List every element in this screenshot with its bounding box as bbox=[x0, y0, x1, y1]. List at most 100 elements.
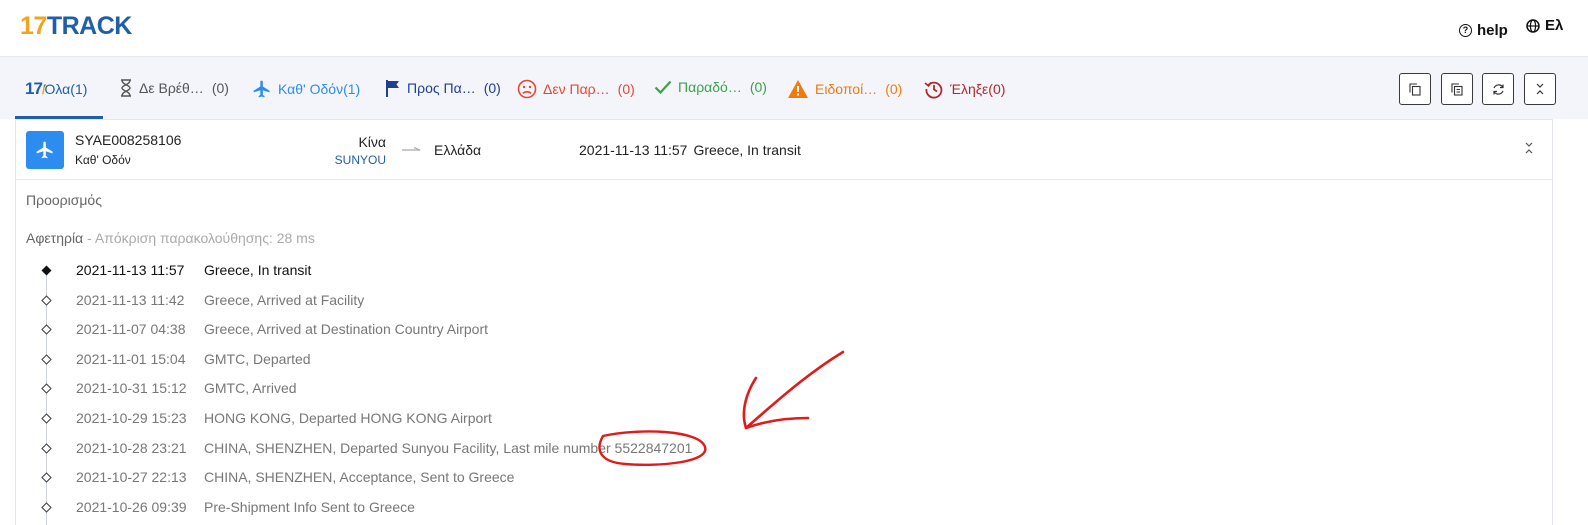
language-label: Ελ bbox=[1545, 17, 1564, 34]
top-right-nav: ? help Ελ bbox=[1459, 17, 1563, 39]
help-icon: ? bbox=[1459, 23, 1472, 37]
timeline-event: 2021-10-27 22:13 CHINA, SHENZHEN, Accept… bbox=[40, 467, 514, 487]
tab-undelivered[interactable]: Δεν Παρ… (0) bbox=[517, 79, 635, 99]
timeline-event: 2021-10-28 23:21 CHINA, SHENZHEN, Depart… bbox=[40, 438, 692, 458]
tab-expired-count: (0) bbox=[988, 81, 1006, 97]
timeline-event: 2021-10-31 15:12 GMTC, Arrived bbox=[40, 378, 297, 398]
event-desc: Greece, Arrived at Destination Country A… bbox=[204, 321, 489, 337]
tab-delivered[interactable]: Παραδό… (0) bbox=[654, 79, 767, 95]
event-date: 2021-10-29 15:23 bbox=[76, 410, 187, 426]
refresh-button[interactable] bbox=[1482, 73, 1514, 105]
tab-alert-label: Ειδοποί… bbox=[815, 81, 878, 97]
airplane-icon bbox=[36, 141, 53, 159]
tab-pickup-label: Προς Πα… bbox=[407, 80, 476, 96]
shipment-summary-row[interactable]: SYAE008258106 Καθ' Οδόν Κίνα SUNYOU Ελλά… bbox=[16, 120, 1552, 180]
diamond-outline-icon bbox=[40, 294, 53, 307]
diamond-outline-icon bbox=[40, 442, 53, 455]
tab-undelivered-label: Δεν Παρ… bbox=[543, 81, 610, 97]
all-17-icon: 17/ bbox=[25, 79, 45, 98]
refresh-icon bbox=[1492, 83, 1504, 95]
tab-in-transit-label: Καθ' Οδόν bbox=[278, 81, 344, 97]
copy-icon bbox=[1409, 82, 1421, 96]
diamond-outline-icon bbox=[40, 382, 53, 395]
flag-icon bbox=[386, 80, 399, 97]
event-desc: CHINA, SHENZHEN, Acceptance, Sent to Gre… bbox=[204, 469, 515, 485]
checkmark-icon bbox=[654, 80, 672, 95]
tab-undelivered-count: (0) bbox=[617, 81, 635, 97]
tab-delivered-label: Παραδό… bbox=[678, 79, 742, 95]
hourglass-icon bbox=[121, 79, 131, 97]
shipment-card: SYAE008258106 Καθ' Οδόν Κίνα SUNYOU Ελλά… bbox=[15, 119, 1553, 525]
globe-icon bbox=[1526, 18, 1540, 33]
timeline-event: 2021-10-26 09:39 Pre-Shipment Info Sent … bbox=[40, 497, 415, 517]
tab-all[interactable]: 17/ Όλα (1) bbox=[25, 79, 87, 99]
diamond-outline-icon bbox=[40, 501, 53, 514]
diamond-outline-icon bbox=[40, 323, 53, 336]
copy-button[interactable] bbox=[1399, 73, 1431, 105]
diamond-outline-icon bbox=[40, 353, 53, 366]
tab-not-found[interactable]: Δε Βρέθ… (0) bbox=[119, 79, 229, 97]
timeline-event: 2021-11-13 11:57 Greece, In transit bbox=[40, 260, 311, 280]
route-arrow-icon bbox=[402, 147, 421, 151]
origin-label: Αφετηρία bbox=[26, 230, 84, 246]
collapse-all-button[interactable] bbox=[1524, 73, 1556, 105]
help-link[interactable]: ? help bbox=[1459, 22, 1508, 39]
airplane-icon bbox=[253, 80, 270, 98]
tab-in-transit-count: (1) bbox=[343, 81, 361, 97]
tab-all-count: (1) bbox=[70, 81, 88, 97]
event-date: 2021-11-13 11:57 bbox=[76, 262, 185, 278]
event-date: 2021-11-13 11:42 bbox=[76, 292, 185, 308]
tab-alert-count: (0) bbox=[885, 81, 903, 97]
tab-alert[interactable]: Ειδοποί… (0) bbox=[787, 79, 902, 99]
event-date: 2021-10-27 22:13 bbox=[76, 469, 187, 485]
event-desc: GMTC, Departed bbox=[204, 351, 311, 367]
event-desc: Greece, Arrived at Facility bbox=[204, 292, 365, 308]
event-date: 2021-10-26 09:39 bbox=[76, 499, 187, 515]
origin-section-label: Αφετηρία - Απόκριση παρακολούθησης: 28 m… bbox=[26, 230, 315, 246]
event-desc: CHINA, SHENZHEN, Departed Sunyou Facilit… bbox=[204, 440, 693, 456]
latest-event: 2021-11-13 11:57 Greece, In transit bbox=[579, 142, 801, 158]
logo-text: TRACK bbox=[46, 12, 133, 40]
origin-country: Κίνα bbox=[358, 134, 386, 150]
event-date: 2021-11-07 04:38 bbox=[76, 321, 186, 337]
event-desc: Greece, In transit bbox=[204, 262, 312, 278]
tab-pickup-count: (0) bbox=[483, 80, 501, 96]
tracking-number[interactable]: SYAE008258106 bbox=[75, 132, 181, 148]
language-selector[interactable]: Ελ bbox=[1526, 17, 1563, 34]
history-icon bbox=[924, 81, 943, 99]
help-label: help bbox=[1477, 21, 1508, 39]
tab-expired-label: Έληξε bbox=[950, 81, 989, 97]
warning-icon bbox=[788, 80, 808, 98]
event-desc: Pre-Shipment Info Sent to Greece bbox=[204, 499, 415, 515]
status-tab-bar: 17/ Όλα (1) Δε Βρέθ… (0) Καθ' Οδόν (1) Προ… bbox=[0, 57, 1588, 119]
tab-not-found-count: (0) bbox=[211, 80, 229, 96]
carrier-link[interactable]: SUNYOU bbox=[335, 153, 386, 167]
tab-in-transit[interactable]: Καθ' Οδόν (1) bbox=[252, 79, 360, 99]
event-date: 2021-11-01 15:04 bbox=[76, 351, 186, 367]
tracking-response-time: - Απόκριση παρακολούθησης: 28 ms bbox=[83, 230, 315, 246]
tab-pickup[interactable]: Προς Πα… (0) bbox=[385, 79, 501, 97]
transit-status-badge bbox=[26, 131, 64, 169]
diamond-outline-icon bbox=[40, 471, 53, 484]
tab-expired[interactable]: Έληξε (0) bbox=[924, 79, 1005, 99]
copy-all-icon bbox=[1451, 82, 1463, 96]
sad-face-icon bbox=[517, 79, 537, 99]
event-date: 2021-10-28 23:21 bbox=[76, 440, 187, 456]
logo-17track[interactable]: 17TRACK bbox=[20, 12, 132, 41]
event-date: 2021-10-31 15:12 bbox=[76, 380, 187, 396]
copy-all-button[interactable] bbox=[1441, 73, 1473, 105]
tab-not-found-label: Δε Βρέθ… bbox=[139, 80, 204, 96]
diamond-filled-icon bbox=[40, 264, 53, 277]
timeline-event: 2021-10-29 15:23 HONG KONG, Departed HON… bbox=[40, 408, 492, 428]
latest-event-desc: Greece, In transit bbox=[693, 142, 801, 158]
logo-number: 17 bbox=[20, 12, 47, 40]
tab-all-label: Όλα bbox=[44, 81, 71, 97]
destination-section-label: Προορισμός bbox=[26, 192, 102, 208]
event-desc: GMTC, Arrived bbox=[204, 380, 297, 396]
timeline-event: 2021-11-07 04:38 Greece, Arrived at Dest… bbox=[40, 319, 488, 339]
shipment-status: Καθ' Οδόν bbox=[75, 153, 131, 167]
event-desc: HONG KONG, Departed HONG KONG Airport bbox=[204, 410, 492, 426]
collapse-icon[interactable] bbox=[1524, 142, 1534, 154]
latest-event-date: 2021-11-13 11:57 bbox=[579, 142, 688, 158]
collapse-all-icon bbox=[1536, 83, 1544, 95]
